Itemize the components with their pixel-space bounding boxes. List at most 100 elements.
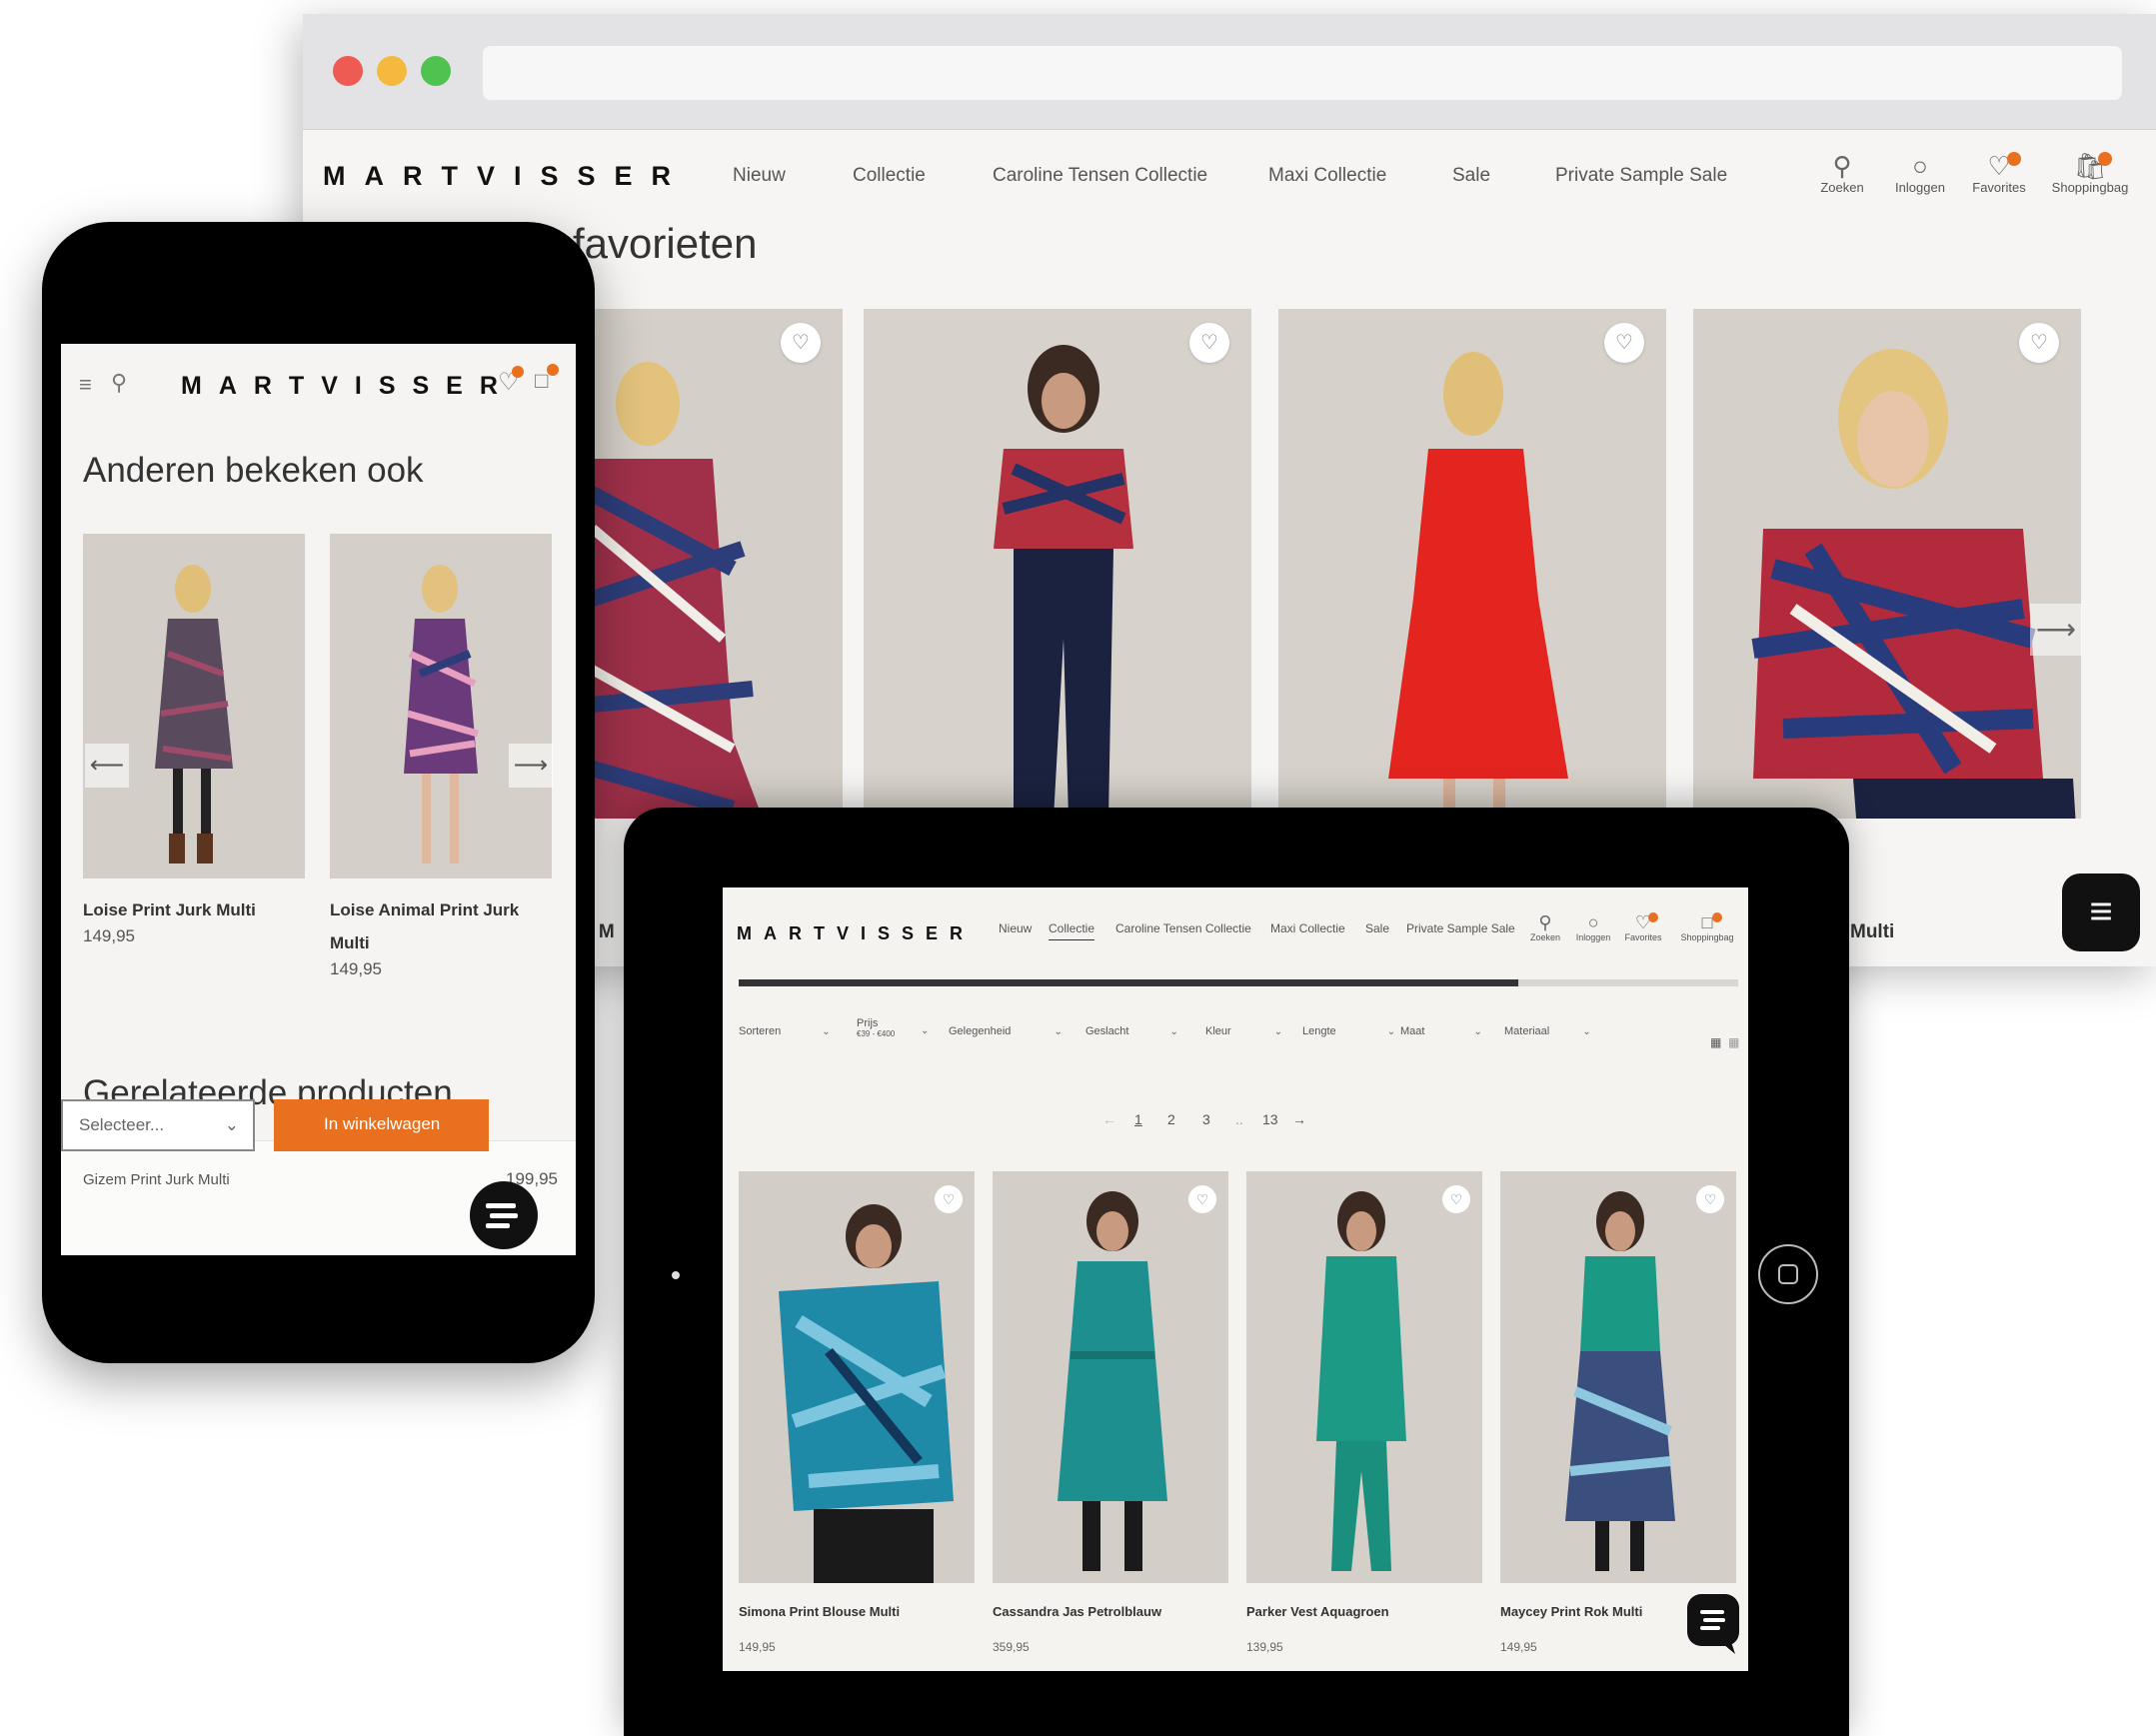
- filter-maat[interactable]: Maat ⌄: [1400, 1025, 1482, 1037]
- tablet-device: MARTVISSER Nieuw Collectie Caroline Tens…: [624, 808, 1849, 1736]
- minimize-window-button[interactable]: [377, 56, 407, 86]
- pagination-prev-icon[interactable]: ←: [1102, 1111, 1116, 1127]
- chevron-down-icon: ⌄: [1273, 1026, 1283, 1037]
- size-select[interactable]: Selecteer... ⌄: [61, 1099, 255, 1151]
- address-bar[interactable]: [483, 46, 2122, 100]
- shoppingbag-button[interactable]: □ Shoppingbag: [1672, 912, 1742, 942]
- phone-header: ≡ ⚲ MARTVISSER ♡ □: [61, 344, 576, 434]
- nav-caroline-tensen[interactable]: Caroline Tensen Collectie: [1115, 921, 1251, 935]
- favorite-toggle-heart-icon[interactable]: ♡: [781, 323, 821, 363]
- search-button[interactable]: ⚲ Zoeken: [1802, 152, 1882, 195]
- product-image: [83, 534, 305, 878]
- product-card[interactable]: ♡: [1500, 1171, 1736, 1583]
- favorite-toggle-heart-icon[interactable]: ♡: [1188, 1185, 1216, 1213]
- product-price: 149,95: [739, 1640, 776, 1654]
- search-button[interactable]: ⚲ Zoeken: [1520, 912, 1570, 942]
- nav-private-sample-sale[interactable]: Private Sample Sale: [1406, 921, 1515, 935]
- favorite-toggle-heart-icon[interactable]: ♡: [1696, 1185, 1724, 1213]
- menu-icon[interactable]: ≡: [79, 372, 92, 398]
- pagination-page-1[interactable]: 1: [1134, 1111, 1142, 1127]
- product-card[interactable]: ♡: [739, 1171, 975, 1583]
- filter-price[interactable]: Prijs €39 - €400: [857, 1017, 895, 1038]
- shoppingbag-button[interactable]: 🛍 Shoppingbag: [2042, 152, 2138, 195]
- filter-sort[interactable]: Sorteren ⌄: [739, 1025, 831, 1037]
- section-title-also-viewed: Anderen bekeken ook: [83, 451, 424, 490]
- pagination-page-13[interactable]: 13: [1262, 1111, 1278, 1127]
- site-logo[interactable]: MARTVISSER: [323, 161, 690, 192]
- heart-icon: ♡: [1959, 152, 2039, 180]
- product-image: [1246, 1171, 1482, 1583]
- nav-sale[interactable]: Sale: [1452, 165, 1490, 187]
- product-name[interactable]: Cassandra Jas Petrolblauw: [993, 1604, 1161, 1619]
- nav-maxi-collectie[interactable]: Maxi Collectie: [1268, 165, 1386, 187]
- product-card[interactable]: ♡: [1278, 309, 1666, 819]
- pagination-next-icon[interactable]: →: [1292, 1111, 1306, 1127]
- product-card[interactable]: [83, 534, 305, 878]
- shoppingbag-badge: [2098, 152, 2112, 166]
- close-window-button[interactable]: [333, 56, 363, 86]
- site-logo[interactable]: MARTVISSER: [181, 372, 515, 401]
- carousel-prev-arrow-icon[interactable]: ⟵: [85, 744, 129, 788]
- nav-private-sample-sale[interactable]: Private Sample Sale: [1555, 165, 1727, 187]
- shoppingbag-label: Shoppingbag: [1680, 932, 1734, 942]
- product-name[interactable]: Parker Vest Aquagroen: [1246, 1604, 1389, 1619]
- nav-collectie[interactable]: Collectie: [1049, 921, 1095, 940]
- filter-label: Gelegenheid: [949, 1025, 1012, 1037]
- login-label: Inloggen: [1895, 180, 1945, 195]
- filter-label: Sorteren: [739, 1025, 782, 1037]
- favorites-button[interactable]: ♡ Favorites: [1959, 152, 2039, 195]
- favorite-toggle-heart-icon[interactable]: ♡: [935, 1185, 963, 1213]
- filter-lengte[interactable]: Lengte ⌄: [1302, 1025, 1395, 1037]
- add-to-cart-button[interactable]: In winkelwagen: [274, 1099, 489, 1151]
- nav-nieuw[interactable]: Nieuw: [733, 165, 786, 187]
- carousel-next-arrow-icon[interactable]: ⟶: [2030, 604, 2082, 656]
- chat-bubble-icon[interactable]: ≡: [2062, 873, 2140, 951]
- pagination-ellipsis: ..: [1235, 1111, 1243, 1127]
- login-button[interactable]: ○ Inloggen: [1880, 152, 1960, 195]
- progress-fill: [739, 979, 1518, 986]
- product-image: [739, 1171, 975, 1583]
- search-icon: ⚲: [1832, 151, 1852, 181]
- favorite-toggle-heart-icon[interactable]: ♡: [2019, 323, 2059, 363]
- product-name[interactable]: Loise Animal Print Jurk Multi: [330, 893, 552, 959]
- chat-bubble-icon[interactable]: [1687, 1594, 1739, 1654]
- product-card[interactable]: ♡: [864, 309, 1251, 819]
- bag-icon[interactable]: □: [535, 364, 559, 394]
- product-card[interactable]: ♡: [993, 1171, 1228, 1583]
- product-name[interactable]: Multi: [1850, 921, 1894, 943]
- chevron-down-icon: ⌄: [822, 1026, 831, 1037]
- filter-materiaal[interactable]: Materiaal ⌄: [1504, 1025, 1591, 1037]
- grid-view-small-icon[interactable]: ▦: [1728, 1035, 1739, 1049]
- favorites-button[interactable]: ♡ Favorites: [1618, 912, 1668, 942]
- product-name[interactable]: Maycey Print Rok Multi: [1500, 1604, 1642, 1619]
- filter-geslacht[interactable]: Geslacht ⌄: [1085, 1025, 1178, 1037]
- product-card[interactable]: [330, 534, 552, 878]
- heart-icon[interactable]: ♡: [498, 366, 524, 397]
- grid-view-large-icon[interactable]: ▦: [1710, 1035, 1721, 1049]
- filter-gelegenheid[interactable]: Gelegenheid ⌄: [949, 1025, 1063, 1037]
- maximize-window-button[interactable]: [421, 56, 451, 86]
- site-logo[interactable]: MARTVISSER: [737, 923, 975, 944]
- favorite-toggle-heart-icon[interactable]: ♡: [1189, 323, 1229, 363]
- search-icon[interactable]: ⚲: [111, 370, 127, 396]
- product-name[interactable]: Loise Print Jurk Multi: [83, 893, 305, 926]
- favorite-toggle-heart-icon[interactable]: ♡: [1604, 323, 1644, 363]
- login-button[interactable]: ○ Inloggen: [1568, 912, 1618, 942]
- filter-kleur[interactable]: Kleur ⌄: [1205, 1025, 1282, 1037]
- favorite-toggle-heart-icon[interactable]: ♡: [1442, 1185, 1470, 1213]
- nav-caroline-tensen[interactable]: Caroline Tensen Collectie: [993, 165, 1207, 187]
- pagination-page-2[interactable]: 2: [1167, 1111, 1175, 1127]
- product-card[interactable]: ♡: [1246, 1171, 1482, 1583]
- product-card[interactable]: ♡: [1693, 309, 2081, 819]
- nav-collectie[interactable]: Collectie: [853, 165, 926, 187]
- favorites-badge: [512, 366, 524, 378]
- chat-bubble-icon[interactable]: [468, 1179, 540, 1251]
- product-price: 149,95: [330, 959, 382, 978]
- nav-sale[interactable]: Sale: [1365, 921, 1389, 935]
- product-name[interactable]: Simona Print Blouse Multi: [739, 1604, 900, 1619]
- carousel-next-arrow-icon[interactable]: ⟶: [509, 744, 553, 788]
- tablet-home-button[interactable]: [1758, 1244, 1818, 1304]
- pagination-page-3[interactable]: 3: [1202, 1111, 1210, 1127]
- nav-maxi-collectie[interactable]: Maxi Collectie: [1270, 921, 1345, 935]
- nav-nieuw[interactable]: Nieuw: [999, 921, 1032, 935]
